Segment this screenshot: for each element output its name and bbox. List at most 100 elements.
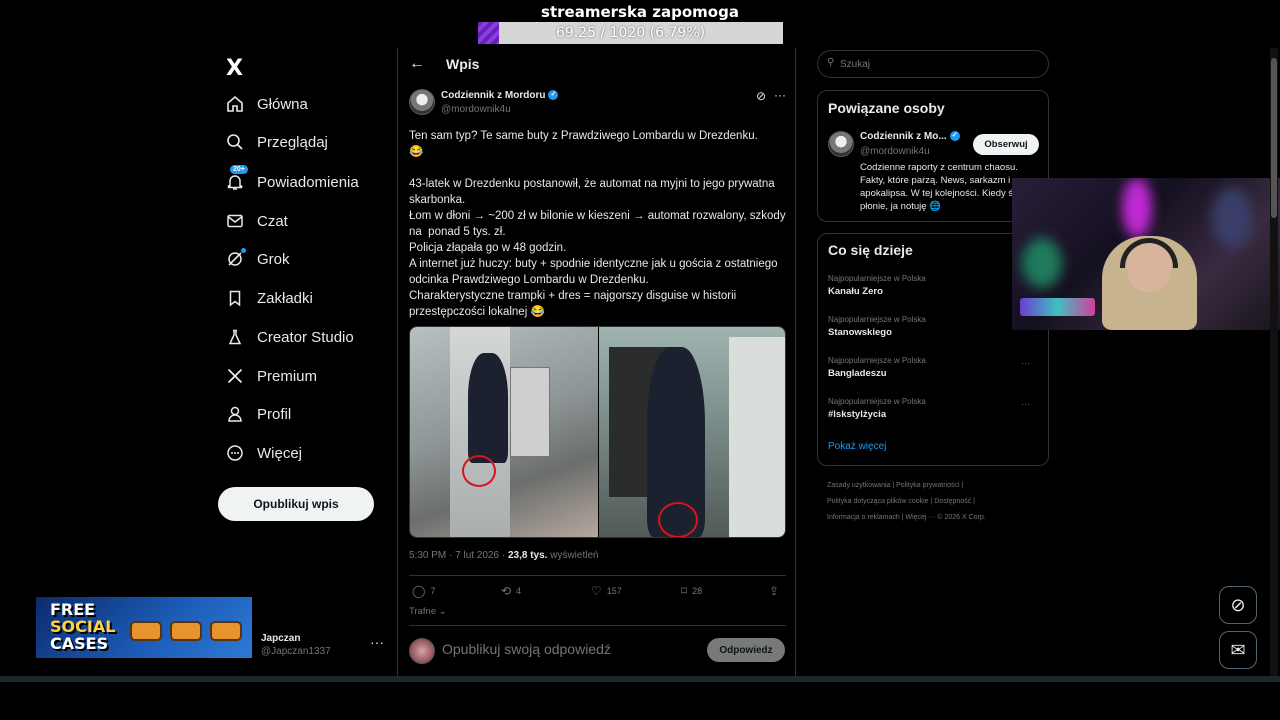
post-button[interactable]: Opublikuj wpis — [218, 487, 374, 521]
shoe-highlight-circle — [658, 502, 698, 537]
case-image — [212, 623, 240, 639]
divider — [409, 575, 786, 576]
nav-item-notifications[interactable]: 20+ Powiadomienia — [226, 165, 359, 197]
nav-item-grok[interactable]: Grok — [226, 244, 290, 274]
flask-icon — [226, 328, 244, 346]
pawnshop-photo-right[interactable] — [599, 327, 785, 537]
reply-button[interactable]: Odpowiedz — [707, 638, 785, 662]
donation-title: streamerska zapomoga — [541, 3, 739, 21]
trends-title: Co się dzieje — [828, 242, 913, 258]
share-action[interactable]: ⇪ — [769, 584, 784, 598]
messages-floating-button[interactable]: ✉ — [1219, 631, 1257, 669]
bookmark-action[interactable]: ⌑ 28 — [681, 584, 702, 598]
footer-line[interactable]: Zasady użytkowania | Polityka prywatnośc… — [827, 478, 1049, 494]
trend-category: Najpopularniejsze w Polska — [828, 397, 926, 406]
view-count: 23,8 tys. — [507, 550, 548, 561]
nav-item-more[interactable]: Więcej — [226, 438, 302, 468]
more-circle-icon — [226, 444, 244, 462]
trend-category: Najpopularniejsze w Polska — [828, 356, 926, 365]
show-more-link[interactable]: Pokaż więcej — [828, 441, 886, 452]
donation-progress-bar: 69.25 / 1020 (6.79%) — [478, 22, 783, 44]
more-options-icon[interactable]: ··· — [774, 88, 786, 102]
user-avatar — [409, 638, 435, 664]
nav-label: Grok — [257, 250, 290, 268]
like-action[interactable]: ♡ 157 — [591, 584, 622, 598]
related-title: Powiązane osoby — [828, 100, 945, 116]
trend-category: Najpopularniejsze w Polska — [828, 315, 926, 324]
view-label: wyświetleń — [547, 550, 599, 561]
tweet-media[interactable] — [409, 326, 786, 538]
nav-label: Profil — [257, 405, 292, 423]
grok-icon — [226, 248, 246, 268]
footer-line[interactable]: Polityka dotycząca plików cookie | Dostę… — [827, 494, 1049, 510]
trend-item[interactable]: Najpopularniejsze w Polska Kanału Zero — [828, 274, 1038, 297]
page-title: Wpis — [446, 56, 480, 72]
nav-item-chat[interactable]: Czat — [226, 206, 288, 236]
sort-label: Trafne — [409, 606, 437, 617]
scrollbar-thumb[interactable] — [1271, 58, 1277, 218]
trend-name: #lskstylżycia — [828, 409, 887, 420]
case-image — [132, 623, 160, 639]
x-logo[interactable]: X — [226, 56, 243, 81]
follow-button[interactable]: Obserwuj — [973, 134, 1039, 155]
reply-icon: ◯ — [412, 584, 426, 598]
footer-line[interactable]: Informacja o reklamach | Więcej ··· © 20… — [827, 510, 1049, 526]
account-name: Japczan — [261, 633, 301, 644]
repost-action[interactable]: ⟲ 4 — [501, 584, 521, 598]
tweet-text: Ten sam typ? Te same buty z Prawdziwego … — [409, 130, 786, 318]
nav-label: Powiadomienia — [257, 173, 359, 191]
nav-item-bookmarks[interactable]: Zakładki — [226, 283, 313, 313]
like-count: 157 — [606, 586, 622, 596]
heart-icon: ♡ — [591, 584, 602, 598]
donation-progress-text: 69.25 / 1020 (6.79%) — [555, 25, 706, 41]
nav-item-premium[interactable]: Premium — [226, 361, 317, 391]
left-navigation: X Główna Przeglądaj 20+ Powiadomienia Cz… — [218, 48, 396, 676]
bell-icon: 20+ — [226, 165, 248, 191]
reply-sort-dropdown[interactable]: Trafne ⌄ — [409, 606, 447, 617]
author-name[interactable]: Codziennik z Mordoru ✓ — [441, 90, 559, 101]
trend-item[interactable]: Najpopularniejsze w Polska Bangladeszu ·… — [828, 356, 1038, 379]
bookmark-icon — [226, 289, 244, 307]
share-icon: ⇪ — [769, 584, 780, 598]
nav-item-creator-studio[interactable]: Creator Studio — [226, 322, 354, 352]
nav-item-profile[interactable]: Profil — [226, 399, 291, 429]
nav-item-home[interactable]: Główna — [226, 89, 308, 119]
divider — [409, 625, 786, 626]
search-input[interactable]: ⚲ Szukaj — [817, 50, 1049, 78]
trend-item[interactable]: Najpopularniejsze w Polska Stanowskiego — [828, 315, 1038, 338]
trend-name: Bangladeszu — [828, 368, 887, 379]
cctv-photo-left[interactable] — [410, 327, 598, 537]
shoe-highlight-circle — [462, 455, 496, 487]
bookmark-icon: ⌑ — [681, 584, 688, 598]
trend-more-icon[interactable]: ··· — [1021, 358, 1030, 368]
nav-label: Zakładki — [257, 289, 313, 307]
reply-action[interactable]: ◯ 7 — [412, 584, 435, 598]
related-avatar[interactable] — [828, 131, 854, 157]
page-scrollbar[interactable] — [1270, 48, 1278, 676]
related-name[interactable]: Codziennik z Mo... ✓ — [860, 131, 960, 142]
promo-text: FREE SOCIAL CASES — [50, 601, 115, 652]
grok-floating-button[interactable]: ⊘ — [1219, 586, 1257, 624]
trend-item[interactable]: Najpopularniejsze w Polska #lskstylżycia… — [828, 397, 1038, 420]
back-arrow-icon[interactable]: ← — [409, 55, 425, 73]
reply-input[interactable]: Opublikuj swoją odpowiedź — [442, 641, 611, 657]
taskbar-strip — [0, 676, 1280, 682]
search-icon — [226, 133, 244, 151]
related-handle[interactable]: @mordownik4u — [860, 146, 930, 157]
home-icon — [226, 95, 244, 113]
rgb-light — [1122, 178, 1152, 238]
search-icon: ⚲ — [827, 57, 835, 68]
author-avatar[interactable] — [409, 89, 435, 115]
person-icon — [226, 405, 244, 423]
streamer-webcam — [1012, 178, 1280, 330]
nav-item-explore[interactable]: Przeglądaj — [226, 127, 328, 157]
author-handle[interactable]: @mordownik4u — [441, 104, 511, 115]
vending-machine — [510, 367, 550, 457]
tweet-time[interactable]: 5:30 PM · 7 lut 2026 · — [409, 550, 508, 561]
x-icon — [226, 367, 244, 385]
grok-explain-icon[interactable]: ⊘ — [756, 89, 766, 103]
trend-more-icon[interactable]: ··· — [1021, 399, 1030, 409]
nav-label: Główna — [257, 95, 308, 113]
account-more-icon[interactable]: ··· — [370, 634, 384, 650]
grok-icon: ⊘ — [1230, 594, 1246, 615]
